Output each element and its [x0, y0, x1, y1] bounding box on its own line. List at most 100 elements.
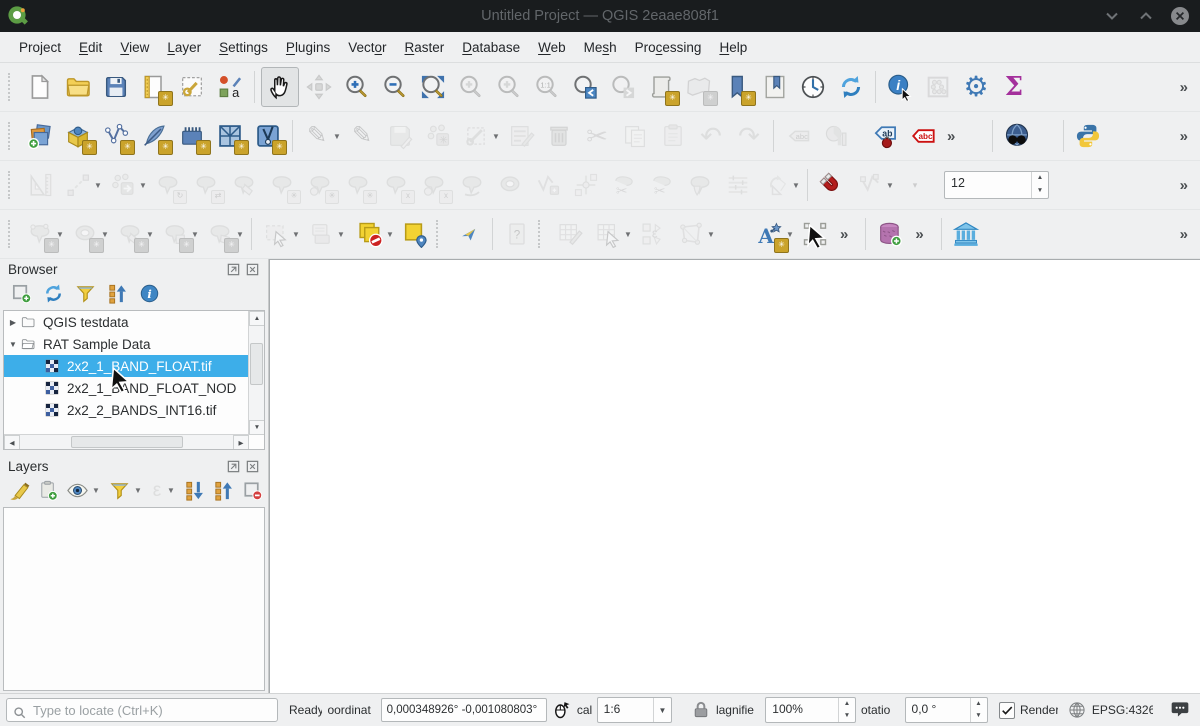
coordinate-input[interactable]: 0,000348926° -0,001080803° [381, 698, 547, 722]
vertex-tool-button[interactable] [530, 166, 566, 204]
add-part-button[interactable]: ✳ [340, 166, 376, 204]
advanced-digitize-button[interactable] [458, 117, 494, 155]
expander-open-icon[interactable]: ▼ [6, 340, 20, 349]
new-geopackage-button[interactable]: ✳ [60, 117, 96, 155]
select-by-value-button[interactable] [397, 215, 433, 253]
close-button[interactable] [1170, 6, 1190, 26]
show-bookmarks-button[interactable] [757, 68, 793, 106]
snapping-button[interactable] [814, 166, 850, 204]
mesh-transform-button[interactable] [673, 215, 709, 253]
annotation-rect-button[interactable]: ✳ [157, 215, 193, 253]
annotation-toolbar-overflow[interactable]: » [834, 226, 854, 243]
options-button[interactable]: ⚙ [958, 68, 994, 106]
menu-layer[interactable]: Layer [158, 35, 210, 60]
toolbar2-overflow[interactable]: » [1174, 128, 1194, 145]
data-catalog-button[interactable] [948, 215, 984, 253]
copy-features-button[interactable] [617, 117, 653, 155]
new-virtual-layer-button[interactable]: ✳ [212, 117, 248, 155]
tree-item[interactable]: ▼RAT Sample Data [4, 333, 249, 355]
add-ring-button[interactable]: ✳ [302, 166, 338, 204]
toolbar-drag-handle[interactable] [8, 171, 15, 199]
measure-button[interactable] [22, 166, 58, 204]
minimize-button[interactable] [1102, 6, 1122, 26]
menu-processing[interactable]: Processing [626, 35, 711, 60]
digitize-shape-button[interactable] [105, 166, 141, 204]
label-toolbar-overflow[interactable]: » [941, 128, 961, 145]
browser-hscrollbar[interactable]: ◀ ▶ [4, 434, 249, 449]
select-by-form-button[interactable] [303, 215, 339, 253]
maximize-button[interactable] [1136, 6, 1156, 26]
reshape-button[interactable] [492, 166, 528, 204]
zoom-to-selection-button[interactable] [453, 68, 489, 106]
toolbar4-overflow[interactable]: » [1174, 226, 1194, 243]
new-3d-map-view-button[interactable]: ✳ [681, 68, 717, 106]
layers-add-group-button[interactable] [37, 477, 60, 503]
crs-value[interactable]: EPSG:4326 [1092, 703, 1153, 717]
scale-dropdown-icon[interactable]: ▼ [653, 698, 671, 722]
toolbar-drag-handle[interactable] [8, 73, 15, 101]
data-source-manager-button[interactable] [22, 117, 58, 155]
zoom-last-button[interactable] [567, 68, 603, 106]
select-features-button[interactable] [258, 215, 294, 253]
lock-scale-icon[interactable] [691, 700, 711, 720]
spin-down-icon[interactable]: ▼ [839, 710, 855, 722]
show-statistics-button[interactable]: Σ [996, 68, 1032, 106]
new-spatial-bookmark-button[interactable]: ✳ [719, 68, 755, 106]
db-manager-button[interactable] [872, 215, 908, 253]
zoom-in-button[interactable] [339, 68, 375, 106]
layers-close-icon[interactable] [245, 459, 260, 474]
zoom-to-layer-button[interactable] [491, 68, 527, 106]
statistical-summary-button[interactable] [920, 68, 956, 106]
hscroll-thumb[interactable] [71, 436, 183, 448]
annotation-rotate-button[interactable]: ✳ [112, 215, 148, 253]
undo-button[interactable]: ↶ [693, 117, 729, 155]
rotate-feature-button[interactable] [226, 166, 262, 204]
toggle-editing-button[interactable]: ✎ [344, 117, 380, 155]
browser-add-layer-button[interactable] [8, 280, 34, 306]
menu-raster[interactable]: Raster [396, 35, 454, 60]
layers-visibility-button-dropdown[interactable]: ▼ [92, 486, 102, 495]
fill-ring-button[interactable]: ✳ [264, 166, 300, 204]
layers-collapse-all-button[interactable] [212, 477, 235, 503]
pan-map-button[interactable] [261, 67, 299, 107]
offset-curve-button[interactable] [454, 166, 490, 204]
toolbar-drag-handle[interactable] [8, 220, 15, 248]
layers-filter-legend-button-dropdown[interactable]: ▼ [134, 486, 144, 495]
zoom-full-button[interactable] [415, 68, 451, 106]
crs-globe-icon[interactable] [1067, 700, 1087, 720]
annotation-curve-button[interactable]: ✳ [22, 215, 58, 253]
mesh-digitize-button[interactable]: ε [635, 215, 671, 253]
temporal-controller-button[interactable] [795, 68, 831, 106]
toolbar1-overflow[interactable]: » [1174, 79, 1194, 96]
current-edits-button[interactable]: ✎ [299, 117, 335, 155]
edit-table-button[interactable] [552, 215, 588, 253]
tree-item[interactable]: 2x2_2_BANDS_INT16.tif [4, 399, 249, 421]
browser-close-icon[interactable] [245, 262, 260, 277]
measure-line-button[interactable] [60, 166, 96, 204]
layer-diagram-button[interactable] [818, 117, 854, 155]
tree-item[interactable]: 2x2_1_BAND_FLOAT.tif [4, 355, 249, 377]
tracing-offset-dropdown[interactable]: ▾ [897, 166, 933, 204]
circular-string-button[interactable]: ↻ [150, 166, 186, 204]
save-project-button[interactable] [98, 68, 134, 106]
annotation-polygon-button[interactable]: ✳ [202, 215, 238, 253]
layers-expand-all-button[interactable] [183, 477, 206, 503]
layers-filter-expression-button[interactable]: ε [150, 477, 164, 503]
redo-button[interactable]: ↷ [731, 117, 767, 155]
spin-up-icon[interactable]: ▲ [1032, 172, 1048, 185]
rotate-symbols-button[interactable] [758, 166, 794, 204]
locator-input[interactable]: Type to locate (Ctrl+K) [6, 698, 278, 722]
new-gpx-button[interactable]: ✳ [174, 117, 210, 155]
database-toolbar-overflow[interactable]: » [909, 226, 929, 243]
split-features-button[interactable]: ✂ [606, 166, 642, 204]
layers-filter-expression-button-dropdown[interactable]: ▼ [167, 486, 177, 495]
layers-visibility-button[interactable] [66, 477, 89, 503]
merge-features-button[interactable] [682, 166, 718, 204]
layout-manager-button[interactable] [174, 68, 210, 106]
layers-list-empty[interactable] [3, 507, 265, 691]
open-project-button[interactable] [60, 68, 96, 106]
cut-features-button[interactable]: ✂ [579, 117, 615, 155]
delete-selected-button[interactable] [541, 117, 577, 155]
menu-help[interactable]: Help [710, 35, 756, 60]
split-parts-button[interactable]: ✂ [644, 166, 680, 204]
